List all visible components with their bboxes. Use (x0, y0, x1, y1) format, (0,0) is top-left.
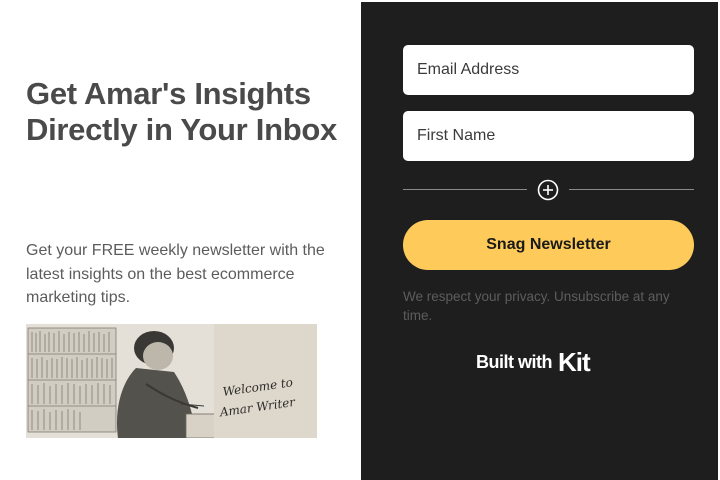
privacy-notice: We respect your privacy. Unsubscribe at … (403, 289, 670, 323)
hero-image: Welcome to Amar Writer (26, 324, 317, 438)
divider-right (569, 189, 694, 190)
intro-description: Get your FREE weekly newsletter with the… (26, 242, 325, 306)
kit-logo: Kit (558, 349, 592, 375)
first-name-field[interactable] (403, 111, 694, 161)
divider-left (403, 189, 527, 190)
intro-panel: Get Amar's Insights Directly in Your Inb… (0, 0, 361, 480)
built-with-label: Built with (476, 351, 552, 372)
page-title: Get Amar's Insights Directly in Your Inb… (26, 76, 337, 147)
subscribe-button[interactable]: Snag Newsletter (403, 220, 694, 270)
svg-text:Kit: Kit (558, 349, 591, 375)
plus-circle-icon[interactable] (537, 179, 559, 201)
email-field[interactable] (403, 45, 694, 95)
built-with-kit[interactable]: Built with Kit (476, 348, 608, 376)
signup-form-panel: Snag Newsletter We respect your privacy.… (361, 0, 720, 480)
